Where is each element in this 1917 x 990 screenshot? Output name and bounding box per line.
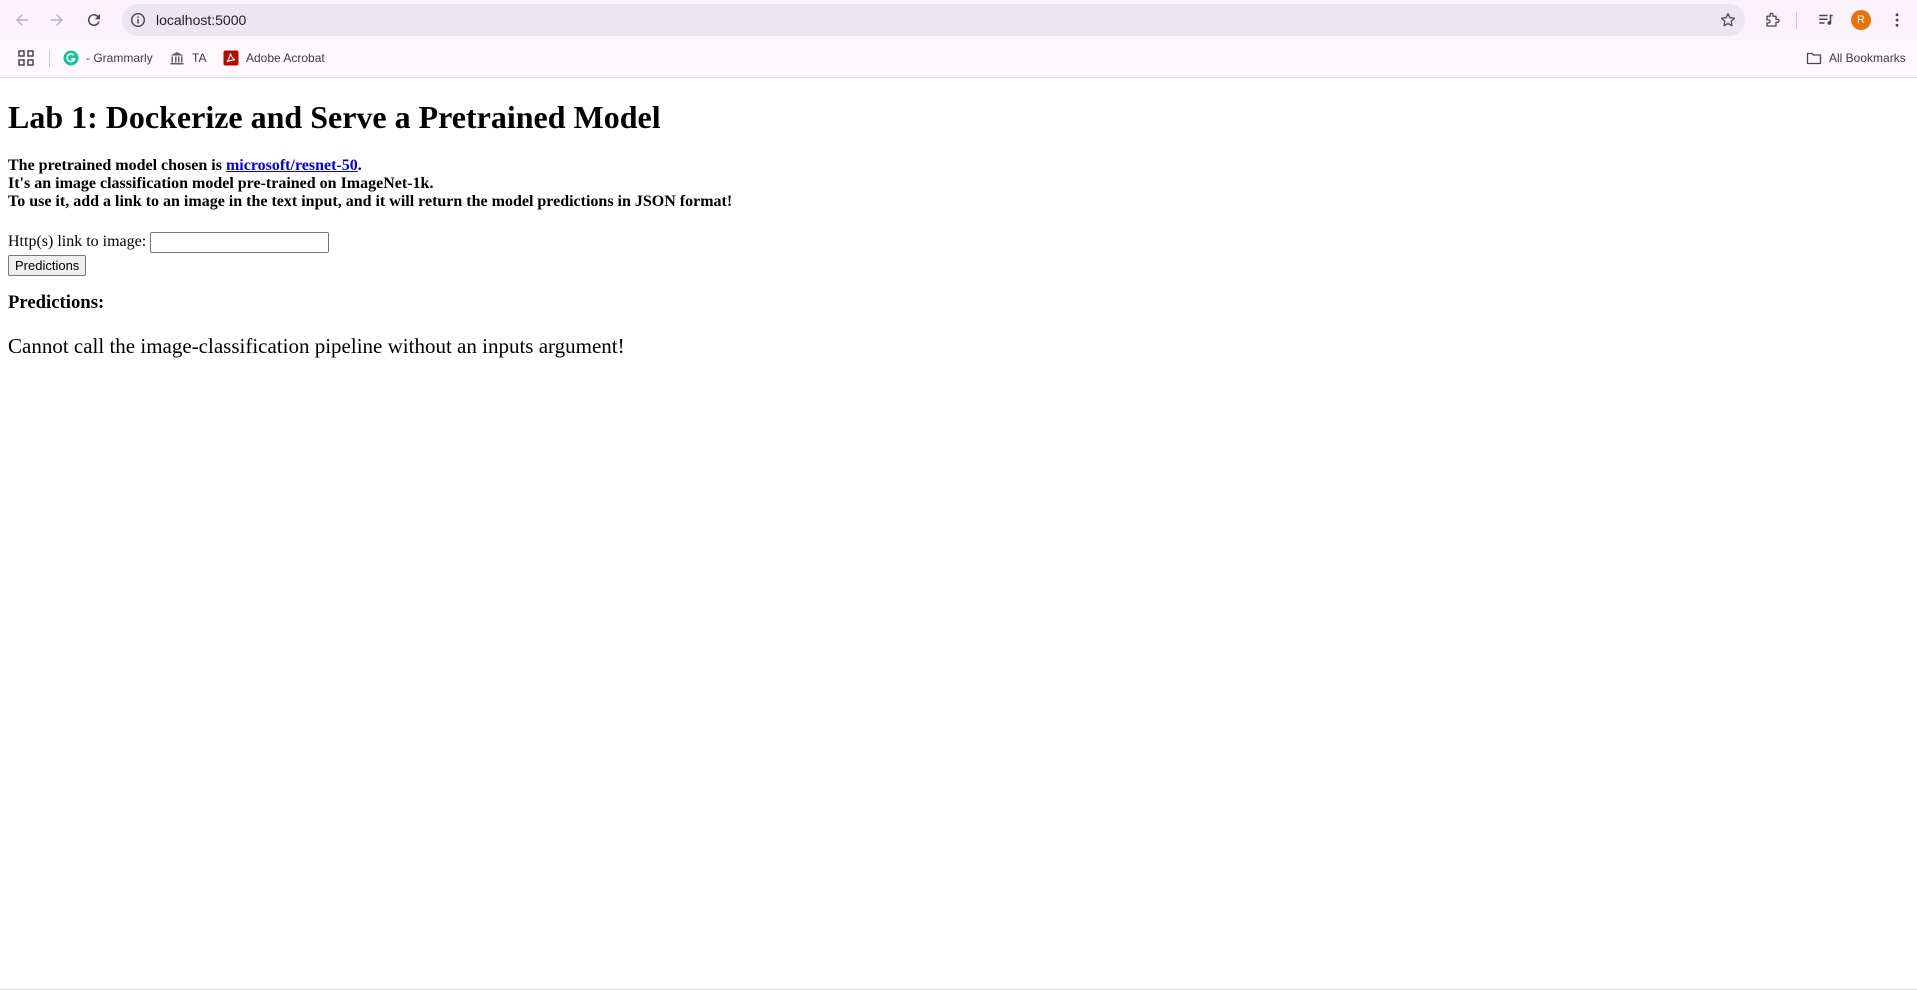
intro-line-3: To use it, add a link to an image in the… <box>8 193 733 210</box>
grammarly-icon <box>63 50 79 66</box>
browser-toolbar: localhost:5000 R <box>0 0 1917 40</box>
bookmarks-divider <box>49 50 50 67</box>
bookmark-ta[interactable]: TA <box>169 49 206 67</box>
media-control-icon <box>1819 14 1833 25</box>
forward-arrow-icon <box>51 14 63 26</box>
extensions-button[interactable] <box>1761 8 1785 32</box>
site-info-icon[interactable] <box>130 12 146 28</box>
page-content: Lab 1: Dockerize and Serve a Pretrained … <box>0 78 1917 990</box>
all-bookmarks-label: All Bookmarks <box>1829 51 1906 65</box>
page-title: Lab 1: Dockerize and Serve a Pretrained … <box>8 99 661 135</box>
bookmark-grammarly[interactable]: - Grammarly <box>63 49 153 67</box>
folder-icon <box>1806 50 1822 66</box>
forward-button[interactable] <box>45 8 69 32</box>
bookmark-label: Adobe Acrobat <box>246 51 325 65</box>
media-control-button[interactable] <box>1814 8 1838 32</box>
predictions-button[interactable]: Predictions <box>8 255 87 276</box>
intro-line-1: The pretrained model chosen is microsoft… <box>8 157 732 175</box>
extensions-icon <box>1766 12 1780 27</box>
bookmarks-bar: - Grammarly TA Adobe Acrobat All Bookmar… <box>0 40 1917 78</box>
reload-icon <box>87 14 100 27</box>
predictions-heading: Predictions: <box>8 292 105 313</box>
address-bar[interactable]: localhost:5000 <box>122 4 1745 36</box>
star-icon[interactable] <box>1719 11 1737 29</box>
bookmark-label: TA <box>192 51 207 65</box>
predictions-output: Cannot call the image-classification pip… <box>8 334 625 358</box>
image-link-form: Http(s) link to image: <box>8 232 330 253</box>
url-text[interactable]: localhost:5000 <box>156 12 246 28</box>
back-arrow-icon <box>16 14 28 26</box>
apps-grid-icon[interactable] <box>17 49 35 67</box>
bookmark-label: - Grammarly <box>86 51 153 65</box>
profile-avatar[interactable]: R <box>1851 10 1871 30</box>
intro-line-2: It's an image classification model pre-t… <box>8 175 434 192</box>
image-link-label: Http(s) link to image: <box>8 233 147 251</box>
bookmark-adobe-acrobat[interactable]: Adobe Acrobat <box>223 49 325 67</box>
browser-menu-button[interactable] <box>1885 8 1909 32</box>
back-button[interactable] <box>10 8 34 32</box>
kebab-menu-icon <box>1895 13 1899 27</box>
intro-text: The pretrained model chosen is microsoft… <box>8 157 732 211</box>
bank-icon <box>169 50 185 66</box>
toolbar-divider <box>1796 12 1797 29</box>
image-link-input[interactable] <box>150 232 330 253</box>
intro-prefix: The pretrained model chosen is <box>8 157 226 174</box>
intro-suffix: . <box>357 157 362 174</box>
reload-button[interactable] <box>82 8 106 32</box>
acrobat-icon <box>223 50 239 66</box>
model-link[interactable]: microsoft/resnet-50 <box>226 157 358 174</box>
all-bookmarks-button[interactable]: All Bookmarks <box>1806 49 1906 67</box>
